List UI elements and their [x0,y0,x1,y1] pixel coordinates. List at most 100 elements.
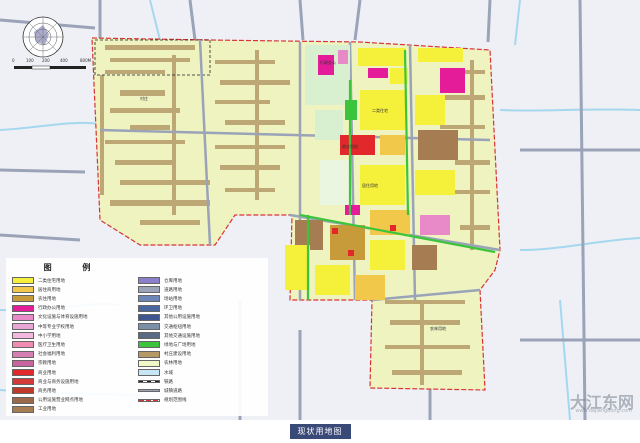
legend-left-label-0: 二类住宅用地 [38,278,65,284]
legend-right-item-5: 交通枢纽用地 [138,322,191,331]
legend-right-swatch-4 [138,313,160,321]
legend-right-label-0: 仓库用地 [164,278,182,284]
legend-left-label-5: 中等专业学校用地 [38,324,74,330]
legend-right-label-7: 绿地与广场用地 [164,342,196,348]
legend-left-item-4: 文化设施与体育设施用地 [12,313,88,322]
legend-right-label-12: 城镇道路 [164,388,182,394]
legend-right-item-12: 城镇道路 [138,386,182,395]
legend-left-swatch-13 [12,396,34,404]
legend-left-label-6: 中小学用地 [38,333,61,339]
legend-left-swatch-11 [12,378,34,386]
legend-left-item-14: 工业用地 [12,405,56,414]
legend-right-label-3: 环卫用地 [164,306,182,312]
legend-right-swatch-1 [138,286,160,294]
legend-right-swatch-0 [138,277,160,284]
legend-right-label-1: 道路用地 [164,287,182,293]
scale-bar: 0 100 200 400 800M [12,58,94,74]
legend-left-item-12: 商务用地 [12,386,56,395]
legend-left-item-10: 商业用地 [12,368,56,377]
legend-right-swatch-7 [138,341,160,349]
legend-right-swatch-2 [138,295,160,303]
legend-left-label-11: 商业与商务设施用地 [38,379,79,385]
legend-left-label-14: 工业用地 [38,407,56,413]
legend-left-label-1: 居住商用地 [38,287,61,293]
legend-right-swatch-3 [138,304,160,312]
legend-right-label-4: 其他公用设施用地 [164,315,200,321]
legend: 图 例 二类住宅用地 居住商用地 农住用地 行政办公用地 文化设施与体育设施用地 中等专业… [6,258,268,416]
legend-left-swatch-9 [12,359,34,367]
legend-left-label-2: 农住用地 [38,296,56,302]
scale-label-400: 400 [60,58,68,63]
map-label-2: 居住用地 [362,182,378,188]
legend-left-swatch-6 [12,332,34,340]
legend-right-item-9: 农林用地 [138,359,182,368]
legend-right-swatch-12 [138,389,160,393]
legend-right-label-10: 水域 [164,370,173,376]
legend-left-label-4: 文化设施与体育设施用地 [38,315,88,321]
legend-right-label-5: 交通枢纽用地 [164,324,191,330]
legend-left-item-7: 医疗卫生用地 [12,340,65,349]
legend-right-label-11: 铁路 [164,379,173,385]
scale-label-200: 200 [42,58,50,63]
legend-left-item-6: 中小学用地 [12,331,61,340]
legend-left-swatch-0 [12,277,34,284]
legend-left-label-12: 商务用地 [38,388,56,394]
map-label-5: 村庄 [140,95,148,101]
legend-right-swatch-11 [138,380,160,384]
caption-bar: 现状用地图 [0,420,640,443]
legend-right-swatch-9 [138,359,160,367]
legend-right-item-8: 村庄建设用地 [138,350,191,359]
legend-left-label-10: 商业用地 [38,370,56,376]
legend-title: 图 例 [43,263,105,272]
legend-left-label-9: 宗教用地 [38,361,56,367]
legend-right-label-9: 农林用地 [164,361,182,367]
legend-left-item-2: 农住用地 [12,294,56,303]
map-label-4: 商业用地 [342,143,358,149]
legend-left-swatch-1 [12,286,34,294]
legend-left-item-9: 宗教用地 [12,359,56,368]
legend-left-item-0: 二类住宅用地 [12,276,65,285]
watermark-url: www.dajiangdong.com [575,408,632,414]
legend-left-swatch-8 [12,350,34,358]
legend-right-swatch-5 [138,323,160,330]
legend-left-item-11: 商业与商务设施用地 [12,377,79,386]
legend-right-item-4: 其他公用设施用地 [138,313,200,322]
legend-right-item-13: 规划范围线 [138,396,187,405]
scale-bar-graphic [14,65,86,70]
legend-right-item-1: 道路用地 [138,285,182,294]
map-label-1: 二类住宅 [372,107,388,113]
legend-left-swatch-4 [12,313,34,321]
map-caption: 现状用地图 [289,424,351,439]
legend-left-label-7: 医疗卫生用地 [38,342,65,348]
scale-label-100: 100 [26,58,34,63]
legend-right-item-3: 环卫用地 [138,304,182,313]
legend-right-label-2: 场站用地 [164,296,182,302]
scale-label-0: 0 [12,58,15,63]
map-label-3: 行政办公 [320,59,336,65]
legend-right-swatch-6 [138,332,160,340]
legend-left-item-5: 中等专业学校用地 [12,322,74,331]
legend-right-item-7: 绿地与广场用地 [138,340,196,349]
legend-right-item-10: 水域 [138,368,173,377]
scale-label-800: 800M [80,58,92,63]
legend-left-label-13: 公用设施营业网点用地 [38,398,83,404]
legend-right-item-11: 铁路 [138,377,173,386]
legend-left-swatch-14 [12,405,34,413]
legend-right-item-6: 其他交通设施用地 [138,331,200,340]
legend-right-swatch-8 [138,350,160,358]
legend-right-item-0: 仓库用地 [138,276,182,285]
legend-right-label-13: 规划范围线 [164,398,187,404]
legend-right-swatch-13 [138,398,160,402]
legend-right-swatch-10 [138,369,160,376]
watermark: 大江东网 www.dajiangdong.com [524,389,634,419]
legend-left-item-13: 公用设施营业网点用地 [12,396,83,405]
map-label-6: 农林用地 [430,325,446,331]
legend-left-swatch-7 [12,341,34,349]
legend-left-swatch-5 [12,323,34,330]
legend-right-item-2: 场站用地 [138,294,182,303]
legend-left-swatch-3 [12,304,34,312]
legend-right-label-6: 其他交通设施用地 [164,333,200,339]
legend-left-item-1: 居住商用地 [12,285,61,294]
legend-left-swatch-12 [12,387,34,395]
legend-left-label-8: 社会福利用地 [38,352,65,358]
